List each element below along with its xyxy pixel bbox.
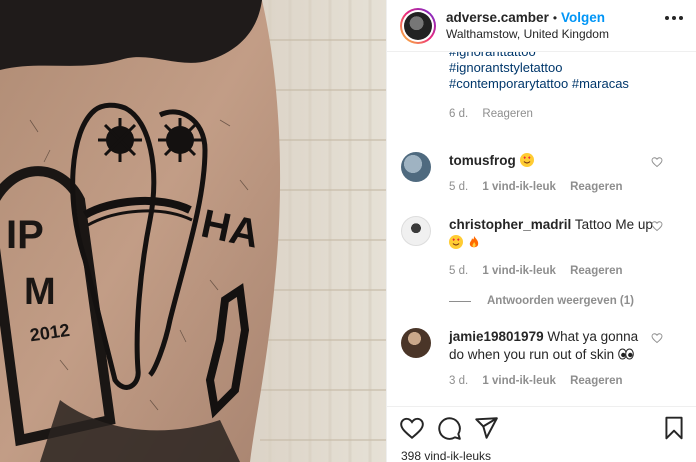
instagram-post-modal: IP M 2012 HA adverse.camber • Volgen Wal… [0,0,696,462]
comment-like-count[interactable]: 1 vind-ik-leuk [482,265,556,277]
comment-age: 3 d. [449,375,469,387]
follow-button[interactable]: Volgen [561,10,605,26]
comment-text: Tattoo Me up [574,217,653,232]
comment-reply-button[interactable]: Reageren [570,265,622,277]
comment-age: 5 d. [449,265,469,277]
fire-emoji [467,235,481,249]
commenter-username[interactable]: jamie19801979 [449,329,544,344]
caption-age: 6 d. [449,108,469,120]
comment-meta: 3 d. 1 vind-ik-leuk Reageren [449,372,654,390]
replies-divider-line [449,300,471,302]
commenter-avatar[interactable] [401,152,431,182]
commenter-username[interactable]: tomusfrog [449,153,516,168]
comment-reply-button[interactable]: Reageren [570,181,622,193]
heart-eyes-emoji [449,235,463,249]
tattoo-letters-ip: IP [6,213,44,257]
more-horizontal-icon[interactable] [665,16,683,20]
comment-age: 5 d. [449,181,469,193]
author-info: adverse.camber • Volgen Walthamstow, Uni… [446,10,609,42]
tattoo-letter-m: M [24,271,56,313]
comment-like-count[interactable]: 1 vind-ik-leuk [482,375,556,387]
heart-eyes-emoji [519,153,534,167]
heart-icon[interactable] [399,415,425,441]
author-username[interactable]: adverse.camber [446,10,549,26]
separator-dot: • [552,10,558,25]
post-side-panel: adverse.camber • Volgen Walthamstow, Uni… [386,0,696,462]
caption-hashtags: #ignoranttattoo #ignoranttattoo #ignoran… [449,52,629,122]
commenter-username[interactable]: christopher_madril [449,217,571,232]
caption-reply-button[interactable]: Reageren [482,108,533,120]
heart-icon[interactable] [651,332,663,344]
view-replies-button[interactable]: Antwoorden weergeven (1) [449,295,634,307]
likes-count[interactable]: 398 vind-ik-leuks [401,449,491,462]
commenter-avatar[interactable] [401,216,431,246]
comment-reply-button[interactable]: Reageren [570,375,622,387]
hashtag-line[interactable]: #ignoranttattoo [449,52,629,60]
eyes-emoji [618,347,634,361]
share-icon[interactable] [473,415,499,441]
author-avatar[interactable] [400,7,436,44]
post-actions-bar: 398 vind-ik-leuks [387,406,696,462]
tattoo-photo-illustration: IP M 2012 HA [0,0,386,462]
post-header: adverse.camber • Volgen Walthamstow, Uni… [387,0,696,52]
hashtag-line[interactable]: #contemporarytattoo #maracas [449,76,629,92]
post-location[interactable]: Walthamstow, United Kingdom [446,26,609,42]
comments-list[interactable]: #ignoranttattoo #ignoranttattoo #ignoran… [387,52,696,406]
caption-meta: 6 d. Reageren [449,106,629,122]
comment-like-count[interactable]: 1 vind-ik-leuk [482,181,556,193]
bookmark-icon[interactable] [661,415,687,441]
commenter-avatar[interactable] [401,328,431,358]
comment-meta: 5 d. 1 vind-ik-leuk Reageren [449,262,654,280]
hashtag-line[interactable]: #ignorantstyletattoo [449,60,629,76]
heart-icon[interactable] [651,156,663,168]
comment-meta: 5 d. 1 vind-ik-leuk Reageren [449,178,654,196]
heart-icon[interactable] [651,220,663,232]
post-photo[interactable]: IP M 2012 HA [0,0,386,462]
comment-icon[interactable] [436,415,462,441]
view-replies-label[interactable]: Antwoorden weergeven (1) [487,295,634,307]
